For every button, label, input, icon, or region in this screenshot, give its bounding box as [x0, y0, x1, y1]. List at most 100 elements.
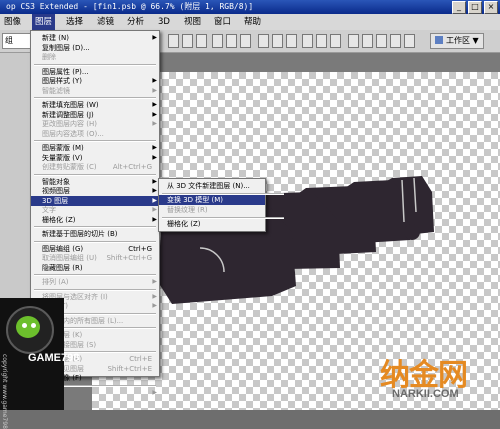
- wheel: [404, 224, 420, 240]
- menu-item: 取消图层编组 (U) Shift+Ctrl+G: [31, 253, 159, 263]
- distribute-left-icon[interactable]: [302, 34, 313, 48]
- align-top-icon[interactable]: [168, 34, 179, 48]
- menu-item[interactable]: 新建调整图层 (J) ▶: [31, 110, 159, 120]
- menu-item-label: 新建 (N): [42, 34, 69, 42]
- menu-item[interactable]: 图层属性 (P)...: [31, 67, 159, 77]
- menu-item-shortcut: Shift+Ctrl+G: [106, 254, 152, 262]
- logo-eye: [31, 323, 36, 328]
- menu-item-label: 取消图层编组 (U): [42, 254, 97, 262]
- submenu-arrow-icon: ▶: [152, 388, 157, 396]
- menu-layer[interactable]: 图层: [32, 14, 56, 30]
- align-left-icon[interactable]: [212, 34, 223, 48]
- submenu-arrow-icon: ▶: [152, 302, 157, 309]
- menu-item-label: 文字: [42, 206, 56, 214]
- menu-filter[interactable]: 滤镜: [94, 14, 117, 30]
- menu-item-label: 新建基于图层的切片 (B): [42, 230, 118, 238]
- menu-item[interactable]: 新建 (N) ▶: [31, 33, 159, 43]
- menu-item-shortcut: Shift+Ctrl+E: [107, 364, 152, 373]
- menu-image[interactable]: 图像: [1, 14, 24, 30]
- logo-mascot: [16, 316, 40, 338]
- menu-view[interactable]: 视图: [181, 14, 204, 30]
- menu-item[interactable]: 3D 图层 ▶: [31, 195, 159, 206]
- menu-separator: [34, 288, 156, 291]
- menu-separator: [34, 226, 156, 228]
- menu-item-label: 隐藏图层 (R): [42, 263, 83, 272]
- menu-item-label: 视频图层: [42, 187, 70, 195]
- align-right-icon[interactable]: [240, 34, 251, 48]
- menu-bar: 图像 图层 选择 滤镜 分析 3D 视图 窗口 帮助: [0, 14, 500, 31]
- menu-item: 更改图层内容 (H) ▶: [31, 119, 159, 129]
- submenu-arrow-icon: ▶: [152, 34, 157, 41]
- close-button[interactable]: ×: [484, 1, 498, 14]
- submenu-arrow-icon: ▶: [152, 292, 157, 300]
- align-bottom-icon[interactable]: [196, 34, 207, 48]
- menu-select[interactable]: 选择: [63, 14, 86, 30]
- distribute-right-icon[interactable]: [330, 34, 341, 48]
- menu-item-label: 栅格化 (Z): [167, 220, 201, 228]
- distribute-top-icon[interactable]: [258, 34, 269, 48]
- distribute-bottom-icon[interactable]: [286, 34, 297, 48]
- 3d-slide-icon[interactable]: [390, 34, 401, 48]
- menu-item: 图层内容选项 (O)...: [31, 129, 159, 139]
- align-hcenter-icon[interactable]: [226, 34, 237, 48]
- menu-item-label: 更改图层内容 (H): [42, 120, 97, 128]
- submenu-arrow-icon: ▶: [152, 278, 157, 285]
- logo-name: GAME798: [28, 352, 80, 364]
- menu-item[interactable]: 智能对象 ▶: [31, 177, 159, 187]
- menu-help[interactable]: 帮助: [241, 14, 264, 30]
- menu-item-label: 删除: [42, 53, 56, 61]
- submenu-arrow-icon: ▶: [152, 196, 157, 204]
- menu-item[interactable]: 新建基于图层的切片 (B): [31, 229, 159, 239]
- menu-item-label: 智能对象: [42, 177, 70, 186]
- menu-item[interactable]: 图层蒙版 (M) ▶: [31, 143, 159, 153]
- workspace-label: 工作区 ▼: [446, 36, 479, 45]
- menu-item-label: 图层编组 (G): [42, 244, 84, 253]
- menu-item[interactable]: 变换 3D 模型 (M): [159, 195, 265, 205]
- menu-item: 文字 ▶: [31, 205, 159, 215]
- menu-item[interactable]: 隐藏图层 (R): [31, 263, 159, 273]
- submenu-arrow-icon: ▶: [152, 86, 157, 94]
- 3d-roll-icon[interactable]: [362, 34, 373, 48]
- submenu-arrow-icon: ▶: [152, 153, 157, 161]
- tool-preset-field[interactable]: 组: [2, 33, 32, 49]
- menu-item[interactable]: 栅格化 (Z): [159, 219, 265, 229]
- 3d-scale-icon[interactable]: [404, 34, 415, 48]
- 3d-pan-icon[interactable]: [376, 34, 387, 48]
- menu-item-label: 智能滤镜: [42, 86, 70, 95]
- menu-separator: [34, 240, 156, 243]
- menu-item-label: 从 3D 文件新建图层 (N)...: [167, 182, 250, 190]
- workspace-button[interactable]: 工作区 ▼: [430, 33, 484, 49]
- menu-analysis[interactable]: 分析: [124, 14, 147, 30]
- submenu-arrow-icon: ▶: [152, 120, 157, 127]
- submenu-arrow-icon: ▶: [152, 206, 157, 213]
- distribute-hcenter-icon[interactable]: [316, 34, 327, 48]
- menu-item-label: 新建填充图层 (W): [42, 101, 99, 109]
- menu-item-label: 3D 图层: [42, 196, 69, 205]
- title-bar: op CS3 Extended - [fin1.psb @ 66.7% (附层 …: [0, 0, 500, 14]
- menu-item[interactable]: 复制图层 (D)...: [31, 43, 159, 53]
- menu-separator: [34, 173, 156, 176]
- menu-item[interactable]: 视频图层 ▶: [31, 186, 159, 196]
- minimize-button[interactable]: _: [452, 1, 466, 14]
- menu-item[interactable]: 图层样式 (Y) ▶: [31, 76, 159, 86]
- menu-item-label: 图层属性 (P)...: [42, 67, 89, 76]
- align-vcenter-icon[interactable]: [182, 34, 193, 48]
- menu-3d[interactable]: 3D: [155, 14, 173, 30]
- menu-separator: [34, 63, 156, 66]
- menu-item-shortcut: Ctrl+E: [129, 355, 152, 363]
- menu-separator: [34, 97, 156, 99]
- menu-item[interactable]: 矢量蒙版 (V) ▶: [31, 153, 159, 163]
- menu-item[interactable]: 新建填充图层 (W) ▶: [31, 100, 159, 110]
- menu-item[interactable]: 图层编组 (G) Ctrl+G: [31, 244, 159, 254]
- menu-item-label: 变换 3D 模型 (M): [167, 196, 224, 204]
- menu-item[interactable]: 栅格化 (Z) ▶: [31, 215, 159, 225]
- maximize-button[interactable]: □: [468, 1, 482, 14]
- distribute-vcenter-icon[interactable]: [272, 34, 283, 48]
- submenu-arrow-icon: ▶: [152, 144, 157, 151]
- workspace-icon: [435, 36, 443, 44]
- menu-window[interactable]: 窗口: [211, 14, 234, 30]
- menu-item: 删除: [31, 52, 159, 62]
- menu-item[interactable]: 从 3D 文件新建图层 (N)...: [159, 181, 265, 191]
- menu-item-label: 矢量蒙版 (V): [42, 153, 83, 162]
- 3d-rotate-icon[interactable]: [348, 34, 359, 48]
